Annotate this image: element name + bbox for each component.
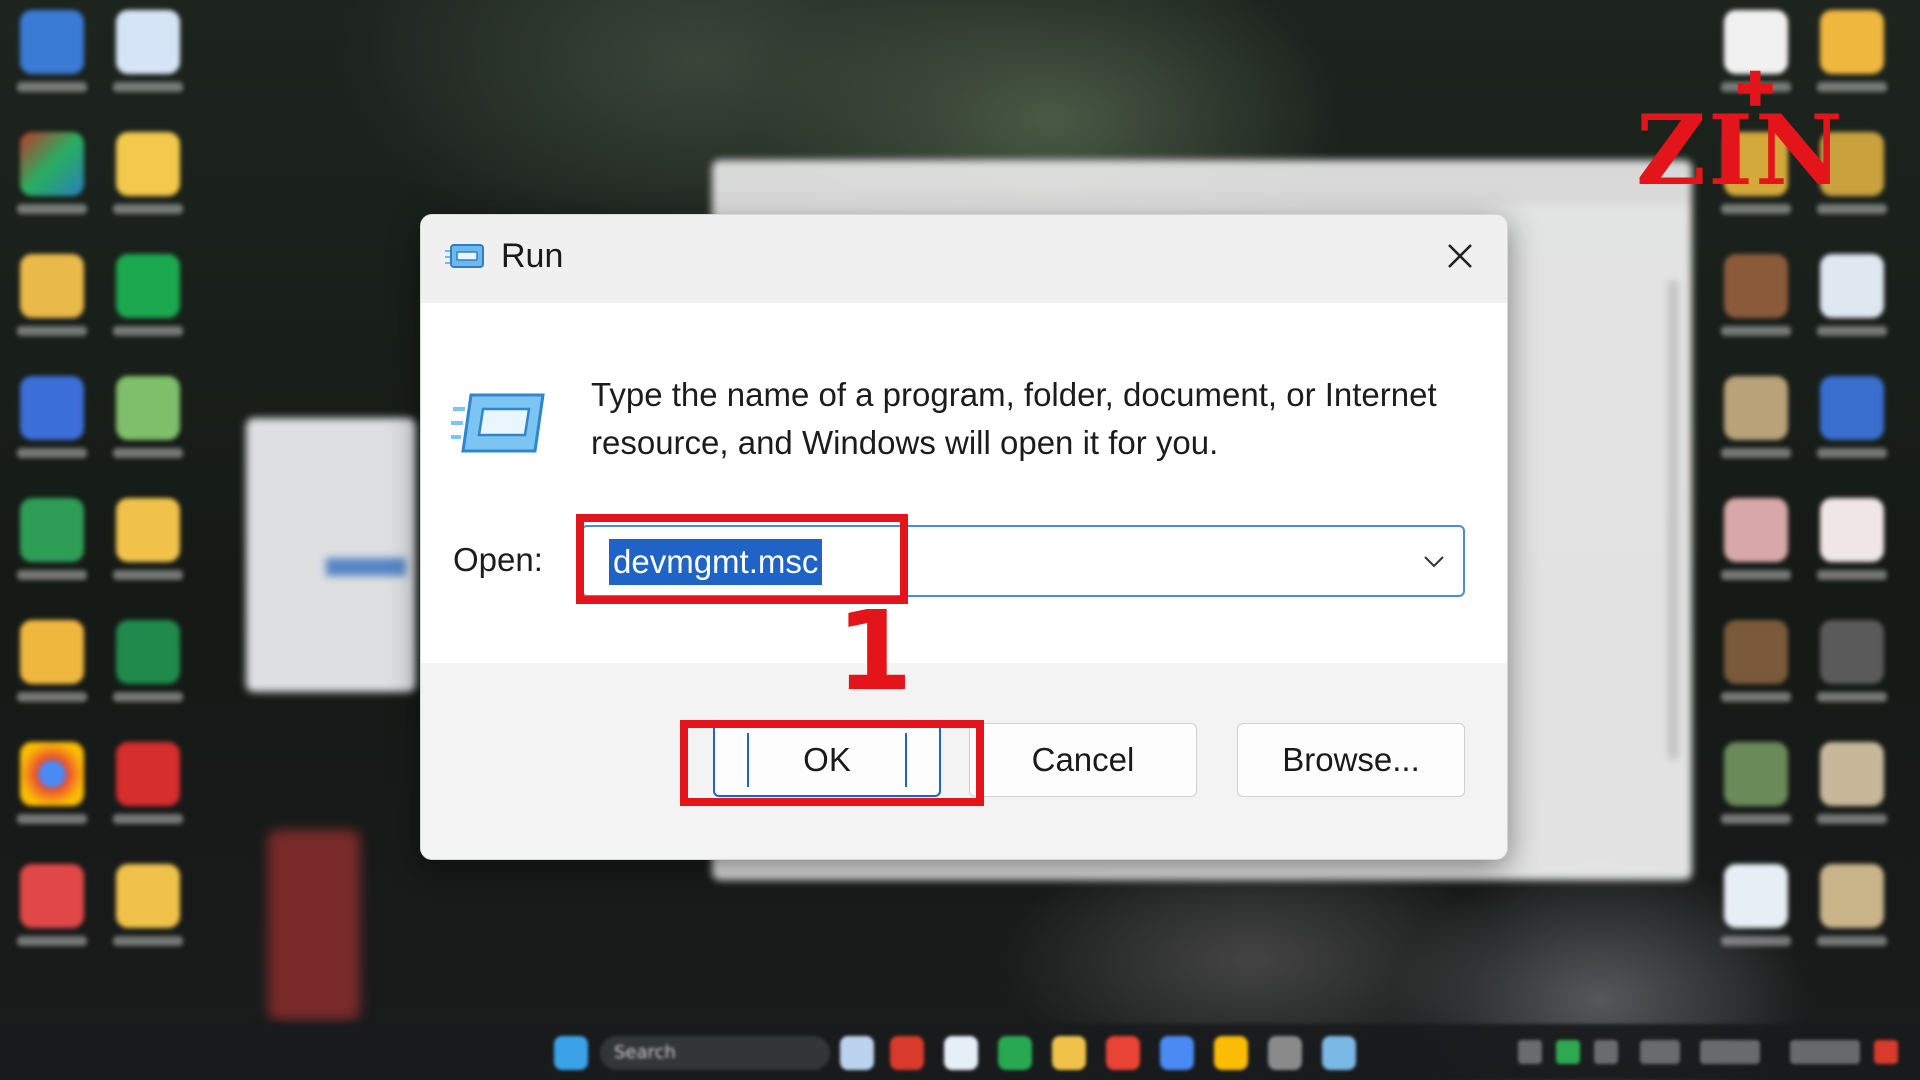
desktop-icon[interactable]	[1804, 488, 1900, 610]
desktop-icon[interactable]	[100, 0, 196, 122]
dialog-body: Type the name of a program, folder, docu…	[421, 303, 1507, 663]
desktop-icon[interactable]	[100, 488, 196, 610]
taskbar-app-icon[interactable]	[1322, 1036, 1356, 1070]
desktop-icon[interactable]	[100, 244, 196, 366]
annotation-highlight-ok	[680, 720, 984, 806]
desktop-icon[interactable]	[1804, 244, 1900, 366]
desktop-icon[interactable]	[100, 854, 196, 976]
desktop-icon[interactable]	[1708, 610, 1804, 732]
desktop-icon[interactable]	[4, 244, 100, 366]
logo-plus-icon: ✚	[1736, 62, 1777, 116]
notification-icon[interactable]	[1874, 1040, 1898, 1064]
desktop-icon[interactable]	[1804, 366, 1900, 488]
tray-clock[interactable]	[1790, 1040, 1860, 1064]
dialog-title: Run	[501, 237, 564, 275]
desktop-icon[interactable]	[4, 366, 100, 488]
desktop-icon[interactable]	[100, 610, 196, 732]
taskbar: Search	[0, 1024, 1920, 1080]
taskbar-app-icon[interactable]	[890, 1036, 924, 1070]
tray-icon[interactable]	[1594, 1040, 1618, 1064]
desktop-icon[interactable]	[4, 610, 100, 732]
taskbar-app-icon[interactable]	[1214, 1036, 1248, 1070]
desktop-icons-left	[4, 0, 100, 976]
close-button[interactable]	[1431, 229, 1489, 287]
watermark-logo: ✚ ZIN	[1636, 66, 1896, 206]
background-object	[268, 830, 360, 1020]
close-icon	[1445, 241, 1475, 275]
run-icon	[443, 241, 487, 275]
desktop-icon[interactable]	[1804, 610, 1900, 732]
desktop-icon[interactable]	[1708, 366, 1804, 488]
desktop-icon[interactable]	[1708, 244, 1804, 366]
desktop-icon[interactable]	[1804, 732, 1900, 854]
desktop-icon[interactable]	[1804, 854, 1900, 976]
start-button[interactable]	[554, 1036, 588, 1070]
background-window-scrollbar	[1668, 280, 1678, 760]
browse-button[interactable]: Browse...	[1237, 723, 1465, 797]
taskbar-search[interactable]: Search	[600, 1036, 830, 1070]
desktop-icon[interactable]	[4, 122, 100, 244]
background-window-titlebar	[712, 160, 1692, 204]
cancel-button-label: Cancel	[1031, 741, 1135, 778]
desktop-icon[interactable]	[4, 0, 100, 122]
run-icon	[451, 389, 551, 461]
desktop-icon[interactable]	[4, 488, 100, 610]
desktop-icons-left-2	[100, 0, 196, 976]
chevron-down-icon[interactable]	[1419, 547, 1449, 577]
taskbar-app-icon[interactable]	[1160, 1036, 1194, 1070]
dialog-titlebar[interactable]: Run	[421, 215, 1507, 303]
open-label: Open:	[453, 541, 543, 578]
taskbar-app-icon[interactable]	[1268, 1036, 1302, 1070]
taskbar-app-icon[interactable]	[1052, 1036, 1086, 1070]
desktop-icon[interactable]	[1708, 488, 1804, 610]
background-highlight	[326, 558, 406, 576]
taskbar-app-icon[interactable]	[944, 1036, 978, 1070]
tray-icon[interactable]	[1640, 1040, 1680, 1064]
taskbar-app-icon[interactable]	[1106, 1036, 1140, 1070]
tray-icon[interactable]	[1700, 1040, 1760, 1064]
taskbar-app-icon[interactable]	[840, 1036, 874, 1070]
browse-button-label: Browse...	[1282, 741, 1420, 778]
tray-icon[interactable]	[1518, 1040, 1542, 1064]
desktop-icon[interactable]	[100, 732, 196, 854]
desktop-icon[interactable]	[1708, 854, 1804, 976]
desktop-icon[interactable]	[4, 732, 100, 854]
annotation-step-number: 1	[836, 587, 913, 715]
cancel-button[interactable]: Cancel	[969, 723, 1197, 797]
taskbar-app-icon[interactable]	[998, 1036, 1032, 1070]
desktop-icon[interactable]	[4, 854, 100, 976]
dialog-description: Type the name of a program, folder, docu…	[591, 376, 1437, 461]
desktop-icon[interactable]	[100, 122, 196, 244]
background-window-small	[246, 418, 416, 692]
tray-icon[interactable]	[1556, 1040, 1580, 1064]
desktop-icon[interactable]	[100, 366, 196, 488]
desktop-icon[interactable]	[1708, 732, 1804, 854]
